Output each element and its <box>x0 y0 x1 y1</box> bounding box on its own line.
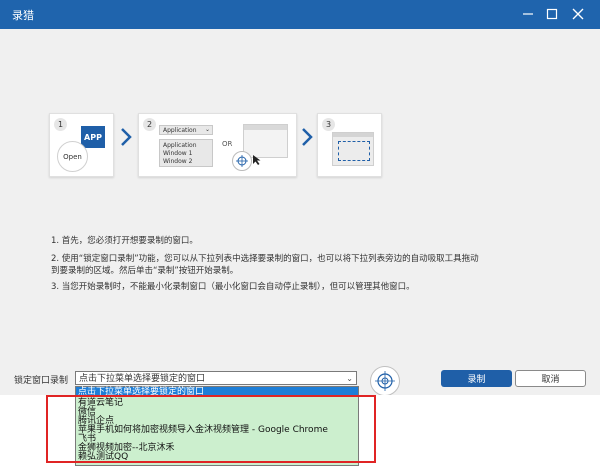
instruction-3: 3. 当您开始录制时，不能最小化录制窗口（最小化窗口会自动停止录制），但可以管理… <box>51 282 415 292</box>
application-list-item: Window 1 <box>163 150 193 157</box>
chevron-down-icon[interactable]: ⌄ <box>346 372 353 386</box>
app-icon-label: APP <box>84 132 102 142</box>
lock-window-label: 锁定窗口录制 <box>14 376 69 386</box>
highlight-box <box>46 395 376 463</box>
step-3-card: 3 <box>317 113 382 177</box>
cursor-icon <box>253 155 261 165</box>
step-2-card: 2 Application ⌄ Application Window 1 Win… <box>138 113 297 177</box>
instruction-2-cont: 到要录制的区域。然后单击“录制”按钮开始录制。 <box>51 266 239 276</box>
app-icon: APP <box>81 126 105 148</box>
main-panel <box>0 29 600 365</box>
application-list-item: Window 2 <box>163 158 193 165</box>
instruction-2: 2. 使用“锁定窗口录制”功能，您可以从下拉列表中选择要录制的窗口，也可以将下拉… <box>51 254 479 264</box>
cancel-button[interactable]: 取消 <box>515 370 586 387</box>
record-button[interactable]: 录制 <box>441 370 512 387</box>
window-title: 录猎 <box>12 9 34 22</box>
open-label: Open <box>63 152 82 161</box>
step-1-number: 1 <box>54 118 67 131</box>
auto-capture-tool[interactable] <box>370 366 400 396</box>
window-select-value: 点击下拉菜单选择要锁定的窗口 <box>79 374 206 384</box>
application-list-item: Application <box>163 142 197 149</box>
title-bar: 录猎 <box>0 0 600 29</box>
application-select-label: Application <box>163 127 197 134</box>
close-button[interactable] <box>568 4 588 24</box>
close-icon <box>572 8 584 20</box>
maximize-icon <box>546 8 558 20</box>
application-list: Application Window 1 Window 2 <box>159 139 213 167</box>
crosshair-icon <box>375 371 395 391</box>
or-label: OR <box>222 140 233 148</box>
target-icon <box>232 151 252 171</box>
arrow-1-icon <box>119 127 133 150</box>
window-select[interactable]: 点击下拉菜单选择要锁定的窗口 ⌄ <box>75 371 357 385</box>
step-2-number: 2 <box>143 118 156 131</box>
minimize-icon <box>523 13 533 15</box>
arrow-2-icon <box>300 127 314 150</box>
application-select: Application ⌄ <box>159 125 213 135</box>
maximize-button[interactable] <box>542 4 562 24</box>
open-circle: Open <box>57 141 88 172</box>
step-3-number: 3 <box>322 118 335 131</box>
minimize-button[interactable] <box>518 4 538 24</box>
chevron-down-icon: ⌄ <box>204 126 210 133</box>
instruction-1: 1. 首先，您必须打开想要录制的窗口。 <box>51 236 198 246</box>
recording-window-icon <box>332 132 374 166</box>
step-1-card: 1 APP Open <box>49 113 114 177</box>
